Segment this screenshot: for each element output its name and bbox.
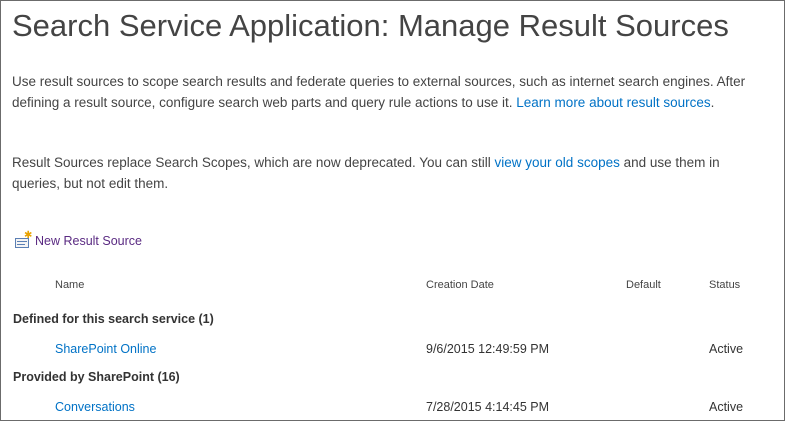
group-header-provided: Provided by SharePoint (16) <box>13 370 180 384</box>
group-header-defined: Defined for this search service (1) <box>13 312 214 326</box>
page-title: Search Service Application: Manage Resul… <box>12 8 729 43</box>
description-paragraph-1: Use result sources to scope search resul… <box>12 71 762 113</box>
new-result-source-button[interactable]: ✱ New Result Source <box>15 230 142 248</box>
column-header-creation-date[interactable]: Creation Date <box>426 278 494 292</box>
column-header-status[interactable]: Status <box>709 278 740 292</box>
status-cell: Active <box>709 400 744 414</box>
status-cell: Active <box>709 342 744 356</box>
new-item-star-icon: ✱ <box>24 230 33 241</box>
creation-date-cell: 7/28/2015 4:14:45 PM <box>426 400 550 414</box>
new-result-source-label: New Result Source <box>35 234 142 248</box>
table-row: SharePoint Online 9/6/2015 12:49:59 PM A… <box>1 340 781 360</box>
description-paragraph-2: Result Sources replace Search Scopes, wh… <box>12 152 762 194</box>
table-row: Conversations 7/28/2015 4:14:45 PM Activ… <box>1 398 781 418</box>
description-text-2: Result Sources replace Search Scopes, wh… <box>12 155 495 170</box>
page-frame: Search Service Application: Manage Resul… <box>0 0 785 421</box>
column-header-default[interactable]: Default <box>626 278 661 292</box>
column-header-name[interactable]: Name <box>55 278 84 292</box>
learn-more-link[interactable]: Learn more about result sources <box>516 95 710 110</box>
result-source-name-link[interactable]: SharePoint Online <box>55 340 156 358</box>
creation-date-cell: 9/6/2015 12:49:59 PM <box>426 342 550 356</box>
description-end-1: . <box>710 95 715 110</box>
result-source-name-link[interactable]: Conversations <box>55 398 135 416</box>
new-item-icon: ✱ <box>15 230 33 248</box>
view-old-scopes-link[interactable]: view your old scopes <box>495 155 620 170</box>
